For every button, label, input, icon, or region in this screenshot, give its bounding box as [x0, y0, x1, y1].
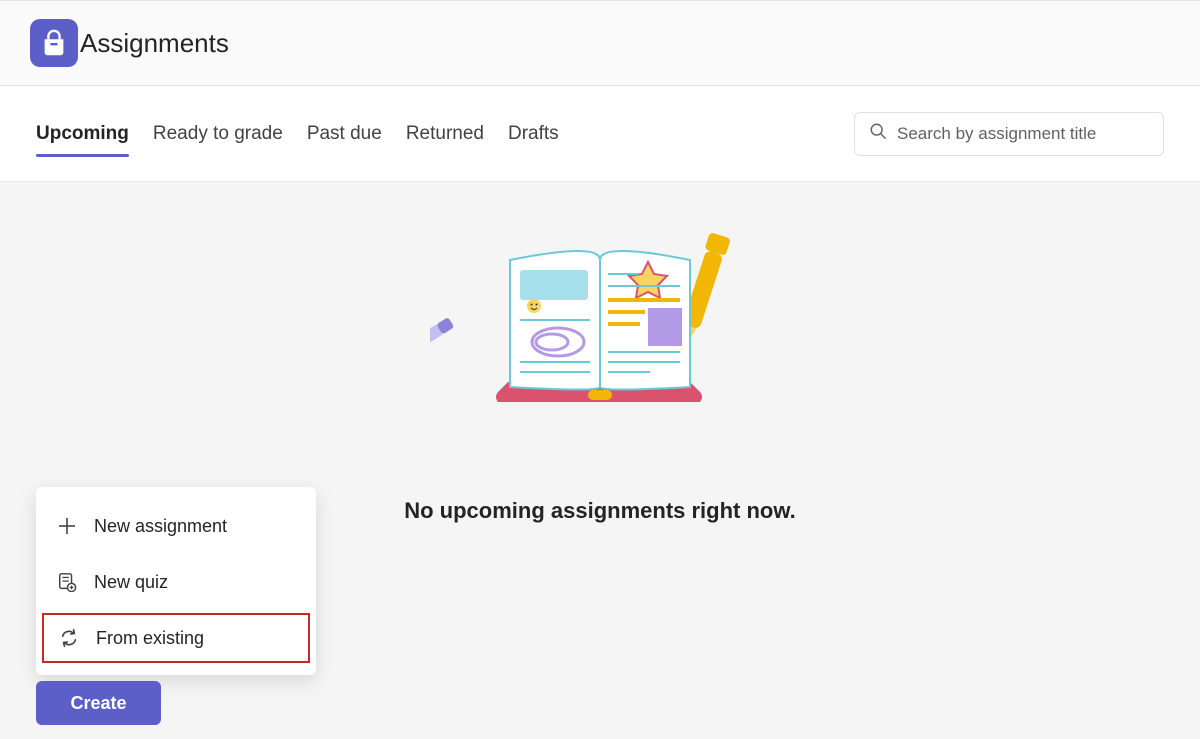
search-input[interactable] [897, 124, 1149, 144]
tabs-container: Upcoming Ready to grade Past due Returne… [36, 86, 559, 181]
app-icon [30, 19, 78, 67]
plus-icon [56, 515, 78, 537]
tab-past-due[interactable]: Past due [307, 89, 382, 179]
menu-item-from-existing[interactable]: From existing [42, 613, 310, 663]
menu-item-new-assignment[interactable]: New assignment [36, 501, 316, 551]
create-menu: New assignment New quiz From existing [36, 487, 316, 675]
toolbar: Upcoming Ready to grade Past due Returne… [0, 86, 1200, 182]
menu-item-label: New quiz [94, 572, 168, 593]
tab-ready-to-grade[interactable]: Ready to grade [153, 89, 283, 179]
tab-drafts[interactable]: Drafts [508, 89, 559, 179]
empty-state-message: No upcoming assignments right now. [404, 498, 796, 524]
empty-illustration [430, 222, 770, 442]
menu-item-label: From existing [96, 628, 204, 649]
search-box[interactable] [854, 112, 1164, 156]
quiz-icon [56, 571, 78, 593]
app-title: Assignments [80, 28, 229, 59]
search-icon [869, 122, 887, 145]
menu-item-label: New assignment [94, 516, 227, 537]
tab-upcoming[interactable]: Upcoming [36, 89, 129, 179]
menu-item-new-quiz[interactable]: New quiz [36, 557, 316, 607]
create-button[interactable]: Create [36, 681, 161, 725]
main-content: No upcoming assignments right now. [0, 182, 1200, 524]
refresh-icon [58, 627, 80, 649]
app-header: Assignments [0, 0, 1200, 86]
tab-returned[interactable]: Returned [406, 89, 484, 179]
